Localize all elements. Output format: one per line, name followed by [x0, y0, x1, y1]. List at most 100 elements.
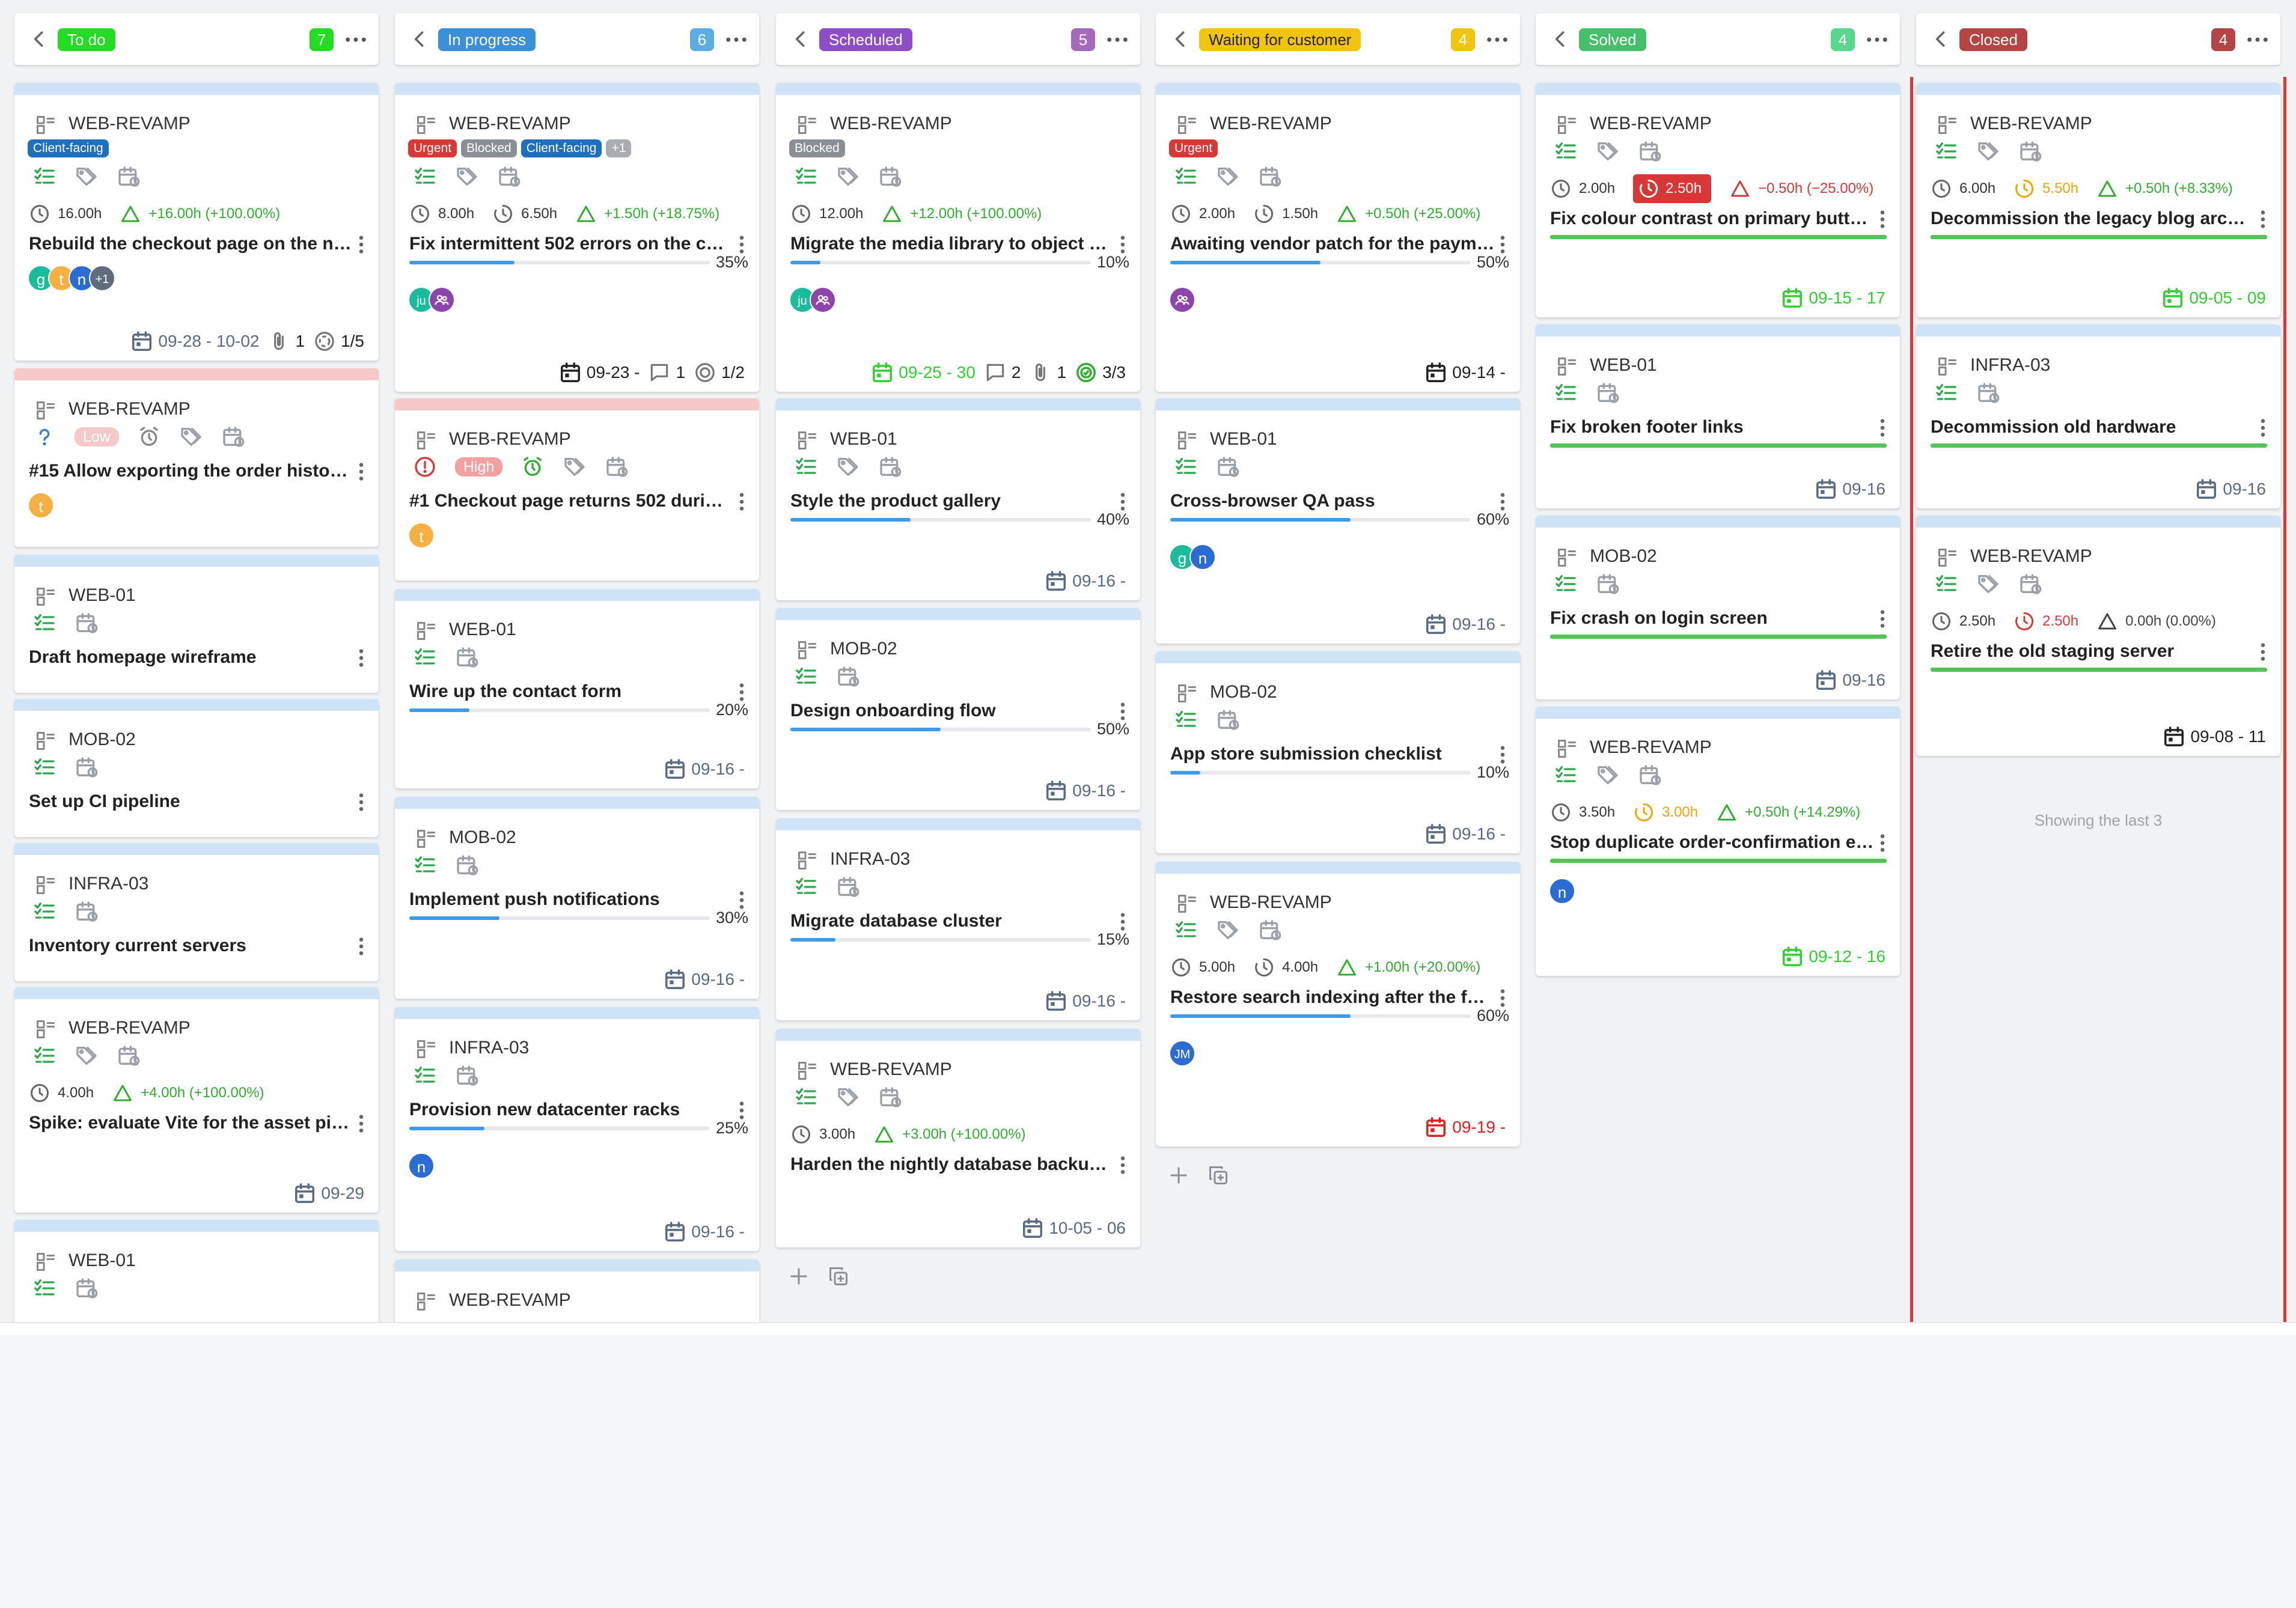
task-card[interactable]: WEB-REVAMP 2.00h 2.50h −0.50h (−25.00%) Fix …	[1536, 83, 1900, 317]
kebab-menu-icon[interactable]	[1878, 609, 1887, 629]
more-options-icon[interactable]	[344, 30, 368, 49]
tag-icon[interactable]	[836, 165, 860, 189]
calendar-clock-icon[interactable]	[117, 165, 141, 189]
task-card[interactable]: WEB-01 Draft homepage wireframe	[14, 555, 379, 693]
kebab-menu-icon[interactable]	[737, 682, 746, 702]
kebab-menu-icon[interactable]	[737, 492, 746, 512]
task-card[interactable]: MOB-02 Implement push notifications 30% 09-…	[395, 797, 759, 999]
due-date[interactable]: 09-23 -	[559, 361, 640, 384]
kebab-menu-icon[interactable]	[1878, 833, 1887, 853]
more-options-icon[interactable]	[2246, 30, 2270, 49]
kebab-menu-icon[interactable]	[737, 890, 746, 910]
group-avatar[interactable]	[1169, 287, 1195, 313]
due-date[interactable]: 09-16 -	[664, 1220, 745, 1243]
calendar-clock-icon[interactable]	[75, 900, 99, 924]
group-avatar[interactable]	[429, 287, 455, 313]
calendar-clock-icon[interactable]	[2018, 139, 2042, 163]
tag-icon[interactable]	[75, 1044, 99, 1068]
checklist-icon[interactable]	[32, 1044, 56, 1068]
kebab-menu-icon[interactable]	[357, 648, 365, 668]
plus-icon[interactable]	[1168, 1165, 1189, 1186]
more-options-icon[interactable]	[1485, 30, 1509, 49]
checklist-icon[interactable]	[32, 165, 56, 189]
checklist-icon[interactable]	[413, 853, 437, 877]
checklist-icon[interactable]	[1554, 572, 1578, 596]
calendar-clock-icon[interactable]	[1216, 708, 1240, 732]
calendar-clock-icon[interactable]	[75, 755, 99, 779]
calendar-clock-icon[interactable]	[1638, 763, 1662, 787]
card-title[interactable]: #15 Allow exporting the order history as…	[29, 461, 353, 481]
due-date[interactable]: 09-05 - 09	[2161, 287, 2266, 309]
card-title[interactable]: Decommission old hardware	[1931, 417, 2255, 437]
due-date[interactable]: 09-28 - 10-02	[130, 330, 259, 353]
task-card[interactable]: WEB-REVAMP Urgent Blocked Client-facing +1 8.…	[395, 83, 759, 392]
kebab-menu-icon[interactable]	[1498, 234, 1507, 255]
checklist-icon[interactable]	[32, 1276, 56, 1300]
task-card[interactable]: MOB-02 Design onboarding flow 50% 09-16 -	[776, 608, 1140, 810]
checklist-icon[interactable]	[1554, 763, 1578, 787]
attachments-count[interactable]: 1	[1029, 361, 1066, 384]
card-title[interactable]: Stop duplicate order-confirmation emails	[1550, 832, 1875, 853]
avatar[interactable]: +1	[89, 265, 115, 291]
task-card[interactable]: WEB-REVAMP 5.00h 4.00h +1.00h (+20.00%) Rest…	[1156, 862, 1520, 1147]
due-date[interactable]: 09-14 -	[1424, 361, 1506, 384]
checklist-icon[interactable]	[794, 875, 818, 899]
calendar-clock-icon[interactable]	[878, 1085, 902, 1109]
task-card[interactable]: INFRA-03 Provision new datacenter racks 25…	[395, 1007, 759, 1251]
due-date[interactable]: 09-15 - 17	[1781, 287, 1885, 309]
due-date[interactable]: 09-19 -	[1424, 1116, 1506, 1139]
avatar[interactable]: t	[408, 522, 435, 549]
tag-icon[interactable]	[1596, 139, 1620, 163]
checklist-icon[interactable]	[413, 1064, 437, 1088]
task-card[interactable]: WEB-REVAMP 2.50h 2.50h 0.00h (0.00%) Retire …	[1916, 516, 2280, 756]
checklist-icon[interactable]	[794, 1085, 818, 1109]
task-card[interactable]: WEB-REVAMP High #1 Checkout page returns 5…	[395, 398, 759, 580]
calendar-clock-icon[interactable]	[2018, 572, 2042, 596]
checklist-icon[interactable]	[32, 755, 56, 779]
calendar-clock-icon[interactable]	[878, 165, 902, 189]
calendar-clock-icon[interactable]	[455, 645, 479, 669]
more-options-icon[interactable]	[1865, 30, 1889, 49]
kebab-menu-icon[interactable]	[2259, 642, 2267, 662]
card-title[interactable]: Cross-browser QA pass	[1170, 491, 1495, 511]
calendar-clock-icon[interactable]	[1258, 165, 1282, 189]
checklist-icon[interactable]	[1174, 455, 1198, 479]
card-title[interactable]: Migrate database cluster	[790, 911, 1115, 931]
calendar-clock-icon[interactable]	[878, 455, 902, 479]
avatar[interactable]: t	[28, 492, 54, 519]
alarm-icon[interactable]	[521, 455, 545, 479]
checklist-icon[interactable]	[1554, 381, 1578, 405]
due-date[interactable]: 09-16 -	[664, 758, 745, 781]
calendar-clock-icon[interactable]	[1976, 381, 2000, 405]
due-date[interactable]: 09-25 - 30	[871, 361, 975, 384]
due-date[interactable]: 10-05 - 06	[1021, 1217, 1126, 1240]
calendar-clock-icon[interactable]	[455, 853, 479, 877]
more-options-icon[interactable]	[1105, 30, 1129, 49]
task-card[interactable]: WEB-REVAMP Blocked 12.00h +12.00h (+100.00%…	[776, 83, 1140, 392]
checklist-icon[interactable]	[1934, 139, 1958, 163]
checklist-icon[interactable]	[413, 645, 437, 669]
chevron-left-icon[interactable]	[1549, 28, 1572, 50]
task-card[interactable]: INFRA-03 Decommission old hardware 09-16	[1916, 324, 2280, 508]
calendar-clock-icon[interactable]	[605, 455, 629, 479]
chevron-left-icon[interactable]	[789, 28, 812, 50]
card-title[interactable]: App store submission checklist	[1170, 744, 1495, 764]
tag-icon[interactable]	[1976, 572, 2000, 596]
kebab-menu-icon[interactable]	[737, 1100, 746, 1121]
card-title[interactable]: Awaiting vendor patch for the payment ga…	[1170, 234, 1495, 254]
due-date[interactable]: 09-16	[2195, 478, 2266, 501]
kebab-menu-icon[interactable]	[357, 792, 365, 812]
due-date[interactable]: 09-16 -	[1045, 779, 1126, 802]
tag-icon[interactable]	[563, 455, 587, 479]
task-card[interactable]: INFRA-03 Migrate database cluster 15% 09-16…	[776, 818, 1140, 1020]
card-title[interactable]: Rebuild the checkout page on the new des…	[29, 234, 353, 254]
card-title[interactable]: Fix crash on login screen	[1550, 608, 1875, 629]
card-title[interactable]: Restore search indexing after the failed…	[1170, 987, 1495, 1008]
card-title[interactable]: Design onboarding flow	[790, 701, 1115, 721]
card-title[interactable]: Fix broken footer links	[1550, 417, 1875, 437]
kebab-menu-icon[interactable]	[1498, 492, 1507, 512]
checklist-icon[interactable]	[1174, 165, 1198, 189]
kebab-menu-icon[interactable]	[357, 936, 365, 957]
kebab-menu-icon[interactable]	[2259, 209, 2267, 230]
avatar[interactable]: JM	[1169, 1040, 1195, 1067]
